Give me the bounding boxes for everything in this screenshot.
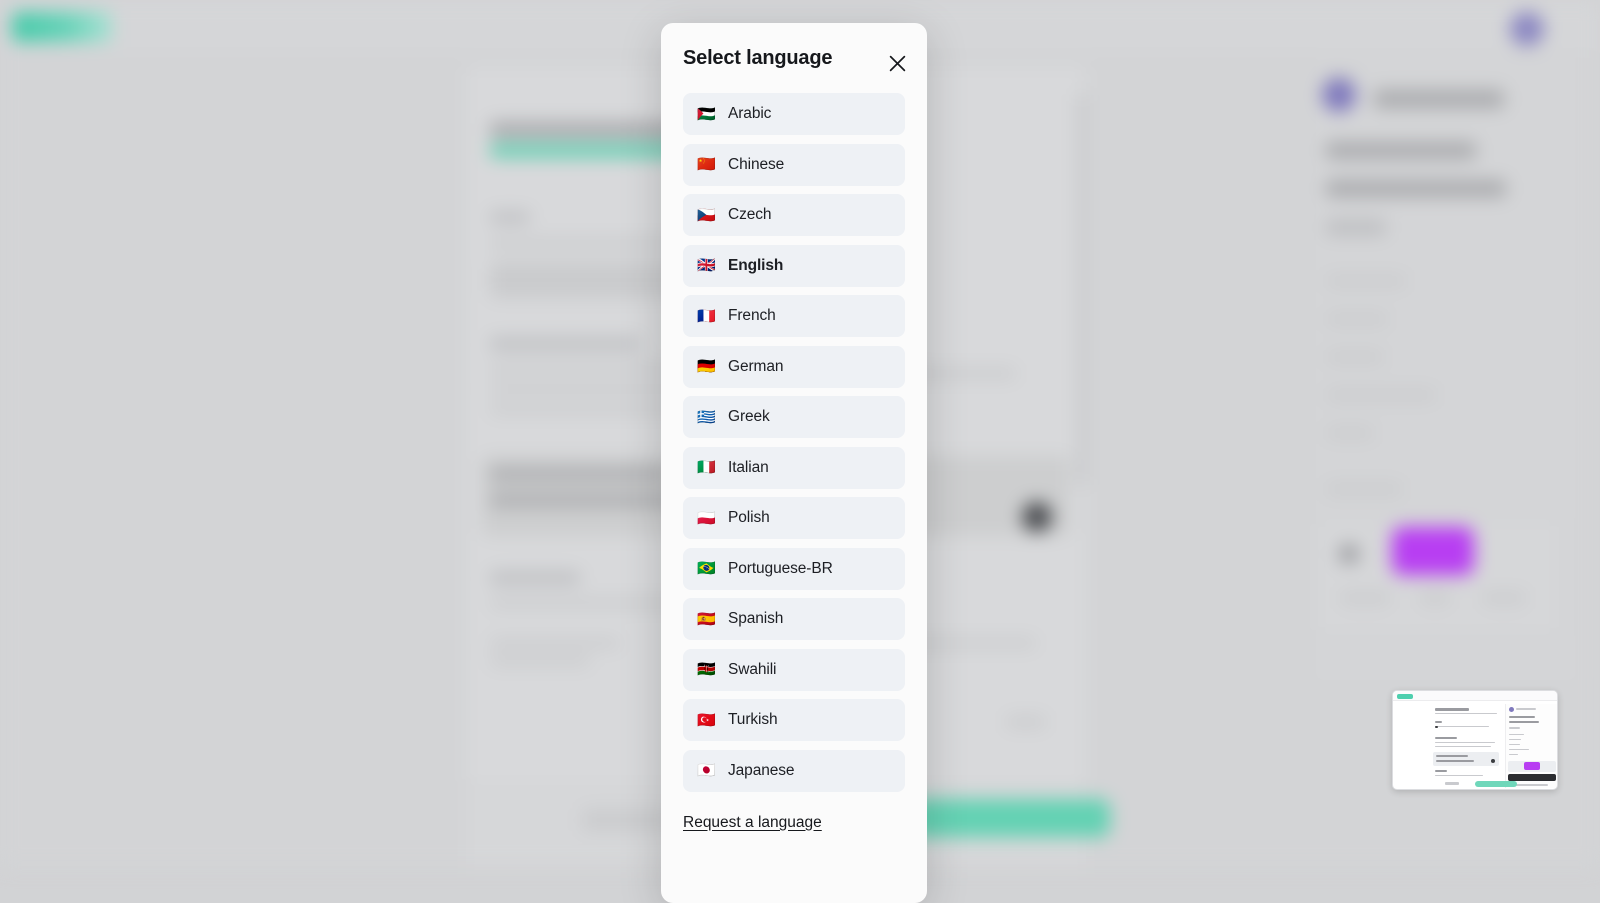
highlight-swatch	[1392, 527, 1474, 575]
language-option-japanese[interactable]: 🇯🇵 Japanese	[683, 750, 905, 792]
language-option-label: Swahili	[728, 661, 776, 679]
modal-title: Select language	[683, 45, 905, 71]
flag-icon: 🇫🇷	[697, 309, 717, 324]
language-option-label: German	[728, 358, 783, 376]
document-scrollbar[interactable]	[1079, 94, 1084, 486]
flag-icon: 🇵🇱	[697, 511, 717, 526]
flag-icon: 🇨🇳	[697, 157, 717, 172]
language-option-czech[interactable]: 🇨🇿 Czech	[683, 194, 905, 236]
language-option-label: Italian	[728, 459, 769, 477]
flag-icon: 🇧🇷	[697, 561, 717, 576]
flag-icon: 🇵🇸	[697, 107, 717, 122]
language-option-label: Polish	[728, 509, 770, 527]
close-icon-glyph	[889, 55, 906, 72]
request-a-language-link[interactable]: Request a language	[683, 814, 822, 832]
flag-icon: 🇩🇪	[697, 359, 717, 374]
language-option-label: Greek	[728, 408, 770, 426]
flag-icon: 🇪🇸	[697, 612, 717, 627]
thumb-logo-icon	[1397, 694, 1413, 699]
select-language-modal: Select language 🇵🇸 Arabic 🇨🇳 Chinese 🇨🇿 Czech…	[661, 23, 927, 903]
language-option-italian[interactable]: 🇮🇹 Italian	[683, 447, 905, 489]
page-preview-thumbnail[interactable]	[1392, 690, 1558, 790]
flag-icon: 🇬🇷	[697, 410, 717, 425]
language-option-arabic[interactable]: 🇵🇸 Arabic	[683, 93, 905, 135]
language-option-greek[interactable]: 🇬🇷 Greek	[683, 396, 905, 438]
language-option-english[interactable]: 🇬🇧 English	[683, 245, 905, 287]
thumb-topbar	[1393, 691, 1558, 701]
language-option-french[interactable]: 🇫🇷 French	[683, 295, 905, 337]
language-option-label: Turkish	[728, 711, 778, 729]
flag-icon: 🇯🇵	[697, 763, 717, 778]
flag-icon: 🇨🇿	[697, 208, 717, 223]
thumb-secondary-button	[1445, 782, 1459, 785]
flag-icon: 🇮🇹	[697, 460, 717, 475]
language-option-german[interactable]: 🇩🇪 German	[683, 346, 905, 388]
flag-icon: 🇹🇷	[697, 713, 717, 728]
language-option-portuguese-br[interactable]: 🇧🇷 Portuguese-BR	[683, 548, 905, 590]
language-option-label: Japanese	[728, 762, 794, 780]
language-option-label: Portuguese-BR	[728, 560, 833, 578]
language-option-label: Chinese	[728, 156, 784, 174]
thumb-side-panel	[1505, 704, 1558, 788]
language-option-label: Arabic	[728, 105, 771, 123]
language-list: 🇵🇸 Arabic 🇨🇳 Chinese 🇨🇿 Czech 🇬🇧 English 🇫🇷 Frenc…	[683, 93, 905, 792]
thumb-primary-button	[1475, 781, 1517, 787]
flag-icon: 🇰🇪	[697, 662, 717, 677]
language-option-label: Spanish	[728, 610, 783, 628]
thumb-document	[1433, 704, 1499, 788]
panel-avatar	[1322, 78, 1356, 112]
language-option-label: French	[728, 307, 776, 325]
language-option-chinese[interactable]: 🇨🇳 Chinese	[683, 144, 905, 186]
language-option-label: Czech	[728, 206, 771, 224]
language-option-swahili[interactable]: 🇰🇪 Swahili	[683, 649, 905, 691]
language-option-turkish[interactable]: 🇹🇷 Turkish	[683, 699, 905, 741]
flag-icon: 🇬🇧	[697, 258, 717, 273]
close-icon[interactable]	[885, 51, 909, 75]
language-option-label: English	[728, 257, 783, 275]
app-logo[interactable]	[12, 12, 112, 42]
language-option-spanish[interactable]: 🇪🇸 Spanish	[683, 598, 905, 640]
user-avatar[interactable]	[1510, 12, 1544, 46]
language-option-polish[interactable]: 🇵🇱 Polish	[683, 497, 905, 539]
